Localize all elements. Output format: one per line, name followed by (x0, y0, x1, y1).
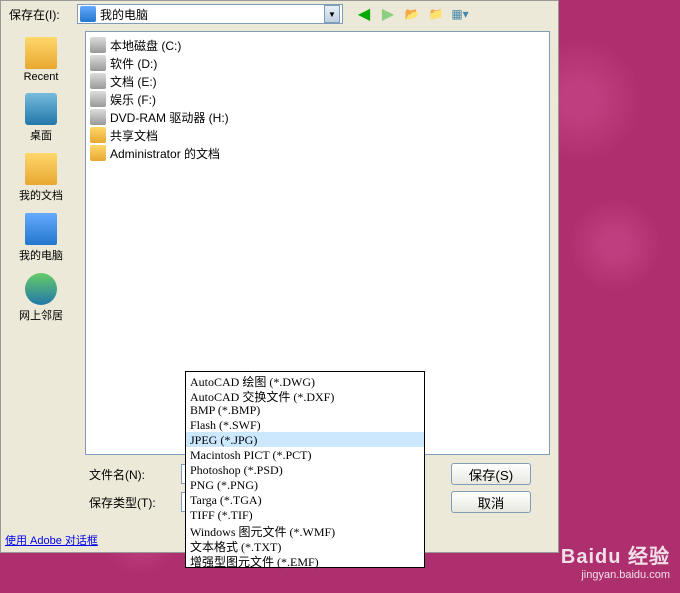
filetype-option[interactable]: AutoCAD 交换文件 (*.DXF) (186, 387, 424, 402)
documents-icon (25, 153, 57, 185)
filetype-option[interactable]: TIFF (*.TIF) (186, 507, 424, 522)
new-folder-icon[interactable]: 📁 (427, 5, 445, 23)
desktop-icon (25, 93, 57, 125)
watermark: Baidu 经验 jingyan.baidu.com (561, 540, 670, 581)
location-text: 我的电脑 (100, 6, 324, 23)
watermark-url: jingyan.baidu.com (561, 569, 670, 581)
filetype-option[interactable]: JPEG (*.JPG) (186, 432, 424, 447)
save-button[interactable]: 保存(S) (451, 463, 531, 485)
save-in-label: 保存在(I): (5, 6, 73, 23)
chevron-down-icon[interactable]: ▼ (324, 5, 340, 23)
folder-icon (90, 145, 106, 161)
cancel-button[interactable]: 取消 (451, 491, 531, 513)
drive-icon (90, 55, 106, 71)
filetype-option[interactable]: 增强型图元文件 (*.EMF) (186, 552, 424, 567)
file-name: Administrator 的文档 (110, 145, 220, 162)
sidebar-item-network[interactable]: 网上邻居 (4, 269, 78, 327)
sidebar-label: Recent (24, 71, 59, 83)
sidebar-item-desktop[interactable]: 桌面 (4, 89, 78, 147)
sidebar-label: 桌面 (30, 127, 52, 143)
drive-icon (90, 91, 106, 107)
filename-label: 文件名(N): (85, 466, 181, 483)
file-item[interactable]: DVD-RAM 驱动器 (H:) (90, 108, 545, 126)
file-name: 娱乐 (F:) (110, 91, 156, 108)
file-name: 共享文档 (110, 127, 158, 144)
filetype-option[interactable]: Photoshop (*.PSD) (186, 462, 424, 477)
filetype-option[interactable]: AutoCAD 绘图 (*.DWG) (186, 372, 424, 387)
sidebar-item-documents[interactable]: 我的文档 (4, 149, 78, 207)
file-item[interactable]: 共享文档 (90, 126, 545, 144)
filetype-option[interactable]: Flash (*.SWF) (186, 417, 424, 432)
filetype-option[interactable]: 文本格式 (*.TXT) (186, 537, 424, 552)
sidebar-label: 我的文档 (19, 187, 63, 203)
watermark-brand: Baidu 经验 (561, 540, 670, 569)
filetype-option[interactable]: Macintosh PICT (*.PCT) (186, 447, 424, 462)
toolbar: 保存在(I): 我的电脑 ▼ ◀ ▶ 📂 📁 ▦▾ (1, 1, 558, 27)
computer-icon (25, 213, 57, 245)
file-item[interactable]: 文档 (E:) (90, 72, 545, 90)
file-name: DVD-RAM 驱动器 (H:) (110, 109, 229, 126)
filetype-option[interactable]: PNG (*.PNG) (186, 477, 424, 492)
filetype-option[interactable]: BMP (*.BMP) (186, 402, 424, 417)
filetype-option[interactable]: Windows 图元文件 (*.WMF) (186, 522, 424, 537)
views-icon[interactable]: ▦▾ (451, 5, 469, 23)
location-dropdown[interactable]: 我的电脑 ▼ (77, 4, 343, 24)
filetype-option[interactable]: Targa (*.TGA) (186, 492, 424, 507)
forward-icon: ▶ (379, 5, 397, 23)
sidebar-item-recent[interactable]: Recent (4, 33, 78, 87)
dvd-icon (90, 109, 106, 125)
places-sidebar: Recent 桌面 我的文档 我的电脑 网上邻居 (1, 27, 81, 523)
back-icon[interactable]: ◀ (355, 5, 373, 23)
file-name: 文档 (E:) (110, 73, 157, 90)
filetype-label: 保存类型(T): (85, 494, 181, 511)
file-name: 本地磁盘 (C:) (110, 37, 181, 54)
recent-icon (25, 37, 57, 69)
filetype-options-list[interactable]: AutoCAD 绘图 (*.DWG)AutoCAD 交换文件 (*.DXF)BM… (185, 371, 425, 568)
file-item[interactable]: Administrator 的文档 (90, 144, 545, 162)
network-icon (25, 273, 57, 305)
file-name: 软件 (D:) (110, 55, 157, 72)
sidebar-label: 网上邻居 (19, 307, 63, 323)
adobe-dialog-link[interactable]: 使用 Adobe 对话框 (5, 532, 98, 548)
file-item[interactable]: 娱乐 (F:) (90, 90, 545, 108)
drive-icon (90, 37, 106, 53)
drive-icon (90, 73, 106, 89)
computer-icon (80, 6, 96, 22)
file-item[interactable]: 软件 (D:) (90, 54, 545, 72)
sidebar-label: 我的电脑 (19, 247, 63, 263)
sidebar-item-computer[interactable]: 我的电脑 (4, 209, 78, 267)
file-item[interactable]: 本地磁盘 (C:) (90, 36, 545, 54)
up-folder-icon[interactable]: 📂 (403, 5, 421, 23)
folder-icon (90, 127, 106, 143)
